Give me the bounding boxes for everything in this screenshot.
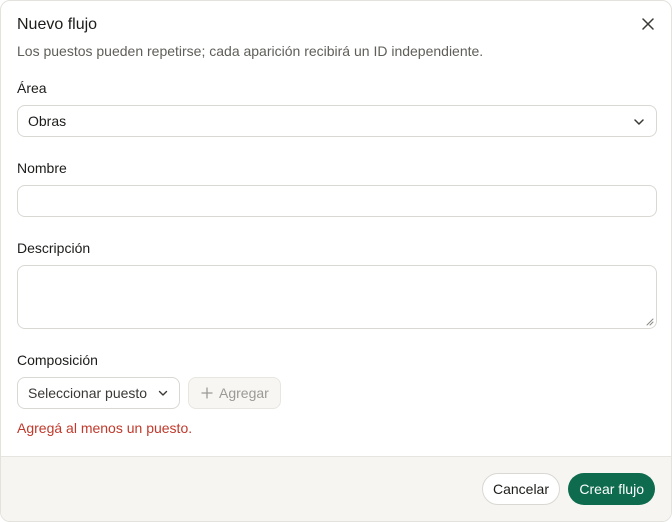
dialog-footer: Cancelar Crear flujo: [1, 456, 671, 521]
chevron-down-icon: [158, 390, 168, 396]
new-flow-dialog: Nuevo flujo Los puestos pueden repetirse…: [0, 0, 672, 522]
resize-handle-icon[interactable]: [645, 317, 654, 326]
description-field-wrapper: [17, 265, 657, 329]
description-label: Descripción: [17, 240, 91, 256]
close-icon: [642, 18, 654, 30]
chevron-down-icon: [634, 119, 644, 125]
dialog-subtitle: Los puestos pueden repetirse; cada apari…: [17, 43, 484, 59]
create-flow-button[interactable]: Crear flujo: [568, 473, 655, 505]
position-select-value: Seleccionar puesto: [28, 385, 148, 401]
composition-label: Composición: [17, 352, 98, 368]
add-position-label: Agregar: [219, 385, 269, 401]
name-input[interactable]: [17, 185, 657, 217]
description-textarea[interactable]: [18, 266, 656, 328]
area-select[interactable]: Obras: [17, 105, 657, 137]
name-label: Nombre: [17, 160, 67, 176]
add-position-button[interactable]: Agregar: [188, 377, 281, 409]
area-label: Área: [17, 80, 47, 96]
area-select-value: Obras: [28, 113, 67, 129]
close-button[interactable]: [637, 13, 659, 35]
cancel-button[interactable]: Cancelar: [481, 473, 560, 505]
plus-icon: [201, 387, 213, 399]
position-select[interactable]: Seleccionar puesto: [17, 377, 180, 409]
dialog-title: Nuevo flujo: [17, 16, 98, 33]
composition-error-message: Agregá al menos un puesto.: [17, 420, 193, 436]
